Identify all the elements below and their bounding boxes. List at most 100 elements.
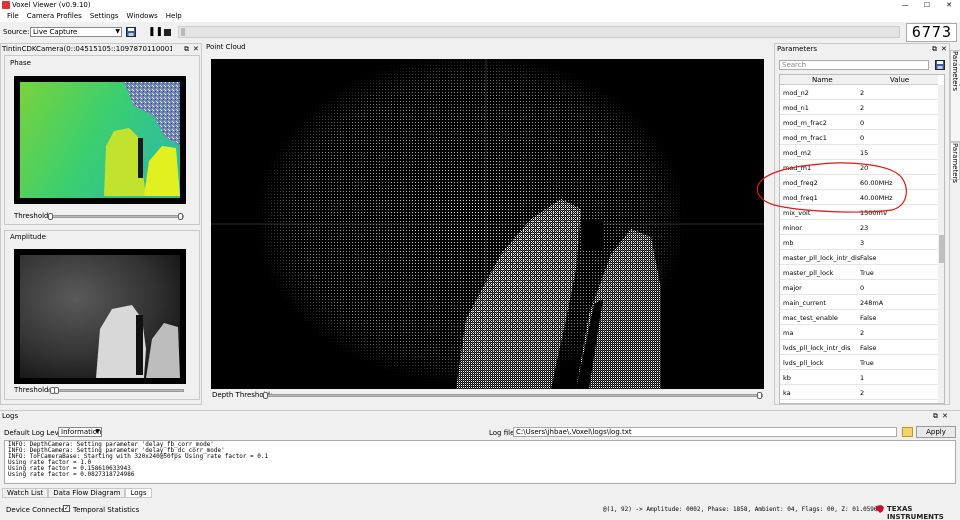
table-header: Name Value bbox=[780, 75, 938, 85]
tab-data-flow-diagram[interactable]: Data Flow Diagram bbox=[48, 488, 126, 498]
scrollbar-thumb[interactable] bbox=[939, 235, 944, 263]
phase-threshold-min-knob[interactable] bbox=[48, 213, 53, 220]
column-value-header[interactable]: Value bbox=[890, 76, 909, 84]
maximize-button[interactable]: ☐ bbox=[916, 0, 938, 10]
table-row[interactable]: mac_test_enable False bbox=[780, 310, 938, 325]
chevron-down-icon: ▼ bbox=[115, 28, 120, 35]
parameters-title: Parameters bbox=[777, 45, 818, 53]
table-row[interactable]: master_pll_lock_intr_dis False bbox=[780, 250, 938, 265]
table-row[interactable]: mb 3 bbox=[780, 235, 938, 250]
folder-icon[interactable] bbox=[902, 427, 913, 437]
param-value[interactable]: True bbox=[860, 269, 874, 277]
tab-watch-list[interactable]: Watch List bbox=[2, 488, 49, 498]
dock-float-icon[interactable]: ⧉ bbox=[932, 45, 937, 54]
bottom-tabs: Watch List Data Flow Diagram Logs bbox=[2, 488, 152, 498]
tab-parameters[interactable]: Parameters bbox=[950, 142, 960, 183]
phase-threshold-max-knob[interactable] bbox=[178, 213, 183, 220]
amplitude-threshold-slider[interactable] bbox=[48, 389, 184, 392]
depth-threshold-min-knob[interactable] bbox=[263, 392, 268, 399]
temporal-statistics-checkbox[interactable]: ✓ bbox=[63, 505, 70, 512]
ti-brand: Texas Instruments bbox=[887, 505, 944, 520]
param-value[interactable]: 2 bbox=[860, 329, 864, 337]
param-value[interactable]: 0 bbox=[860, 284, 864, 292]
param-value[interactable]: 2 bbox=[860, 89, 864, 97]
source-select[interactable]: Live Capture ▼ bbox=[30, 27, 122, 37]
menu-settings[interactable]: Settings bbox=[86, 10, 123, 22]
param-value[interactable]: 3 bbox=[860, 239, 864, 247]
slider-handle[interactable] bbox=[181, 28, 185, 36]
param-value[interactable]: 248mA bbox=[860, 299, 883, 307]
table-row[interactable]: kb 1 bbox=[780, 370, 938, 385]
table-row[interactable]: lvds_pll_lock True bbox=[780, 355, 938, 370]
minimize-button[interactable]: — bbox=[894, 0, 916, 10]
param-value[interactable]: False bbox=[860, 344, 876, 352]
tab-frequently-used-parameters[interactable]: Frequently Used Parameters bbox=[950, 50, 960, 142]
amplitude-threshold-label: Threshold: bbox=[14, 386, 51, 394]
table-row[interactable]: mod_m_frac2 0 bbox=[780, 115, 938, 130]
param-value[interactable]: True bbox=[860, 359, 874, 367]
param-value[interactable]: 0 bbox=[860, 134, 864, 142]
menu-file[interactable]: File bbox=[3, 10, 23, 22]
dock-close-icon[interactable]: ✕ bbox=[942, 412, 948, 420]
depth-threshold-max-knob[interactable] bbox=[757, 392, 762, 399]
table-row[interactable]: ka 2 bbox=[780, 385, 938, 400]
table-row[interactable]: lvds_pll_lock_intr_dis False bbox=[780, 340, 938, 355]
param-name: mac_test_enable bbox=[783, 314, 838, 322]
column-name-header[interactable]: Name bbox=[812, 76, 833, 84]
table-row[interactable]: minor 23 bbox=[780, 220, 938, 235]
table-row[interactable]: major 0 bbox=[780, 280, 938, 295]
param-name: mod_n2 bbox=[783, 89, 809, 97]
menu-help[interactable]: Help bbox=[162, 10, 186, 22]
table-row[interactable]: mod_n1 2 bbox=[780, 100, 938, 115]
param-value[interactable]: 1 bbox=[860, 374, 864, 382]
amplitude-threshold-max-knob[interactable] bbox=[54, 387, 59, 394]
menu-camera-profiles[interactable]: Camera Profiles bbox=[23, 10, 86, 22]
window-controls: — ☐ ✕ bbox=[894, 0, 960, 10]
table-row[interactable]: mod_m_frac1 0 bbox=[780, 130, 938, 145]
playback-slider[interactable] bbox=[178, 26, 900, 38]
param-value[interactable]: 0 bbox=[860, 119, 864, 127]
log-level-select[interactable]: Information ▼ bbox=[58, 427, 102, 437]
table-row[interactable]: main_current 248mA bbox=[780, 295, 938, 310]
param-value[interactable]: 2 bbox=[860, 104, 864, 112]
log-output[interactable]: INFO: DepthCamera: Setting parameter 'de… bbox=[4, 440, 956, 484]
dock-close-icon[interactable]: ✕ bbox=[193, 45, 199, 53]
dock-float-icon[interactable]: ⧉ bbox=[184, 45, 189, 54]
pause-icon[interactable]: ❚❚ bbox=[148, 27, 163, 37]
param-value[interactable]: False bbox=[860, 254, 876, 262]
stop-icon[interactable] bbox=[164, 29, 171, 36]
param-value[interactable]: 2 bbox=[860, 389, 864, 397]
scrollbar[interactable] bbox=[938, 85, 944, 403]
param-value[interactable]: False bbox=[860, 314, 876, 322]
dock-close-icon[interactable]: ✕ bbox=[941, 45, 947, 53]
apply-button[interactable]: Apply bbox=[916, 426, 956, 438]
save-icon[interactable] bbox=[935, 60, 945, 70]
table-row[interactable]: mod_n2 2 bbox=[780, 85, 938, 100]
dock-float-icon[interactable]: ⧉ bbox=[933, 412, 938, 421]
app-icon bbox=[2, 1, 10, 9]
source-label: Source: bbox=[3, 28, 30, 36]
param-name: kb bbox=[783, 374, 791, 382]
source-value: Live Capture bbox=[33, 28, 78, 36]
param-value[interactable]: 23 bbox=[860, 224, 868, 232]
phase-threshold-slider[interactable] bbox=[48, 215, 184, 218]
ti-logo-icon bbox=[875, 504, 885, 514]
table-row[interactable]: ma 2 bbox=[780, 325, 938, 340]
depth-threshold-slider[interactable] bbox=[263, 394, 763, 397]
param-name: main_current bbox=[783, 299, 826, 307]
tab-logs[interactable]: Logs bbox=[125, 488, 152, 498]
save-icon[interactable] bbox=[126, 27, 136, 37]
table-row[interactable]: master_pll_lock True bbox=[780, 265, 938, 280]
param-value[interactable]: 15 bbox=[860, 149, 868, 157]
close-button[interactable]: ✕ bbox=[938, 0, 960, 10]
menu-bar: File Camera Profiles Settings Windows He… bbox=[0, 10, 960, 22]
log-line: Using rate factor = 0.0827318724986 bbox=[8, 471, 135, 478]
parameter-search-input[interactable]: Search bbox=[779, 60, 929, 70]
param-name: mod_m_frac2 bbox=[783, 119, 827, 127]
title-bar: Voxel Viewer (v0.9.10) — ☐ ✕ bbox=[0, 0, 960, 10]
pointcloud-view[interactable] bbox=[211, 59, 764, 389]
menu-windows[interactable]: Windows bbox=[123, 10, 162, 22]
log-file-input[interactable]: C:\Users\jhbae\.Voxel\logs\log.txt bbox=[513, 427, 897, 437]
param-name: minor bbox=[783, 224, 802, 232]
phase-image bbox=[14, 76, 186, 204]
